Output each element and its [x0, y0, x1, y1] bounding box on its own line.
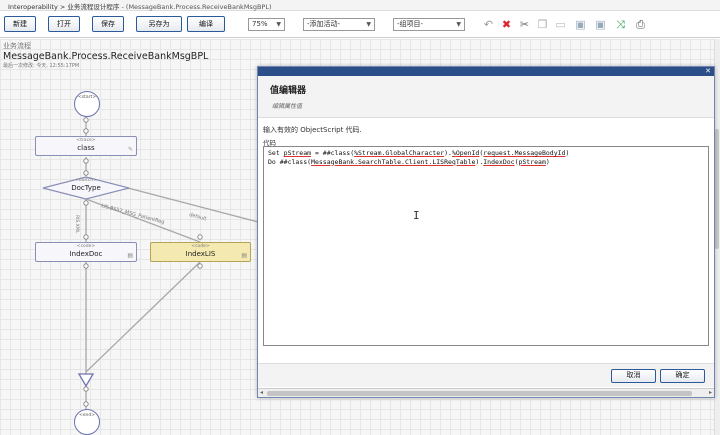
end-node[interactable]: <end> — [74, 409, 100, 435]
text-cursor-icon: I — [413, 209, 420, 222]
dialog-header — [258, 76, 714, 118]
cancel-button[interactable]: 取消 — [611, 369, 656, 383]
indexdoc-node[interactable]: <code> IndexDoc ▤ — [35, 242, 137, 262]
dialog-footer: 取消 确定 — [258, 363, 714, 387]
start-node[interactable]: <start> — [74, 91, 100, 117]
connector-port — [83, 158, 89, 164]
pencil-icon: ✎ — [127, 146, 133, 153]
edge-label-side: RIS.XML — [74, 215, 79, 234]
node-name: class — [77, 144, 95, 152]
code-editor[interactable]: Set pStream = ##class(%Stream.GlobalChar… — [263, 146, 709, 346]
horizontal-scroll-thumb[interactable] — [267, 391, 692, 396]
connector-port — [83, 386, 89, 392]
node-name: DocType — [71, 184, 101, 192]
document-icon: ▤ — [127, 252, 133, 259]
start-label: <start> — [77, 95, 97, 100]
node-name: IndexDoc — [69, 250, 103, 258]
code-line: Do ##class(MessageBank.SearchTable.Clien… — [268, 157, 550, 166]
ok-button[interactable]: 确定 — [660, 369, 705, 383]
doctype-switch-labels: <switch> DocType — [42, 178, 130, 193]
connector-port — [83, 263, 89, 269]
scroll-right-icon[interactable]: ▸ — [709, 389, 712, 396]
join-triangle — [77, 373, 95, 388]
dialog-titlebar[interactable]: ✕ — [258, 67, 714, 76]
connector-port — [197, 263, 203, 269]
close-icon[interactable]: ✕ — [705, 67, 711, 76]
connector-port — [197, 234, 203, 240]
code-line: Set pStream = ##class(%Stream.GlobalChar… — [268, 149, 570, 157]
end-label: <end> — [78, 413, 96, 418]
edge-indexlis-join — [85, 261, 201, 373]
dialog-title: 值编辑器 — [270, 86, 307, 96]
connector-port — [83, 170, 89, 176]
connector-port — [83, 200, 89, 206]
connector-port — [83, 401, 89, 407]
connector-port — [83, 234, 89, 240]
scroll-left-icon[interactable]: ◂ — [260, 389, 263, 396]
node-name: IndexLIS — [185, 250, 216, 258]
dialog-horizontal-scrollbar[interactable]: ◂ ▸ — [258, 388, 714, 397]
document-icon: ▤ — [241, 252, 247, 259]
dialog-prompt: 输入有效的 ObjectScript 代码. — [263, 126, 362, 134]
connector-port — [83, 117, 89, 123]
dialog-subtitle: 编辑属性值 — [272, 103, 303, 110]
connector-port — [83, 128, 89, 134]
value-editor-dialog: ✕ 值编辑器 编辑属性值 输入有效的 ObjectScript 代码. 代码 S… — [257, 66, 715, 398]
class-node[interactable]: <trace> class ✎ — [35, 136, 137, 156]
indexlis-node[interactable]: <code> IndexLIS ▤ — [150, 242, 251, 262]
